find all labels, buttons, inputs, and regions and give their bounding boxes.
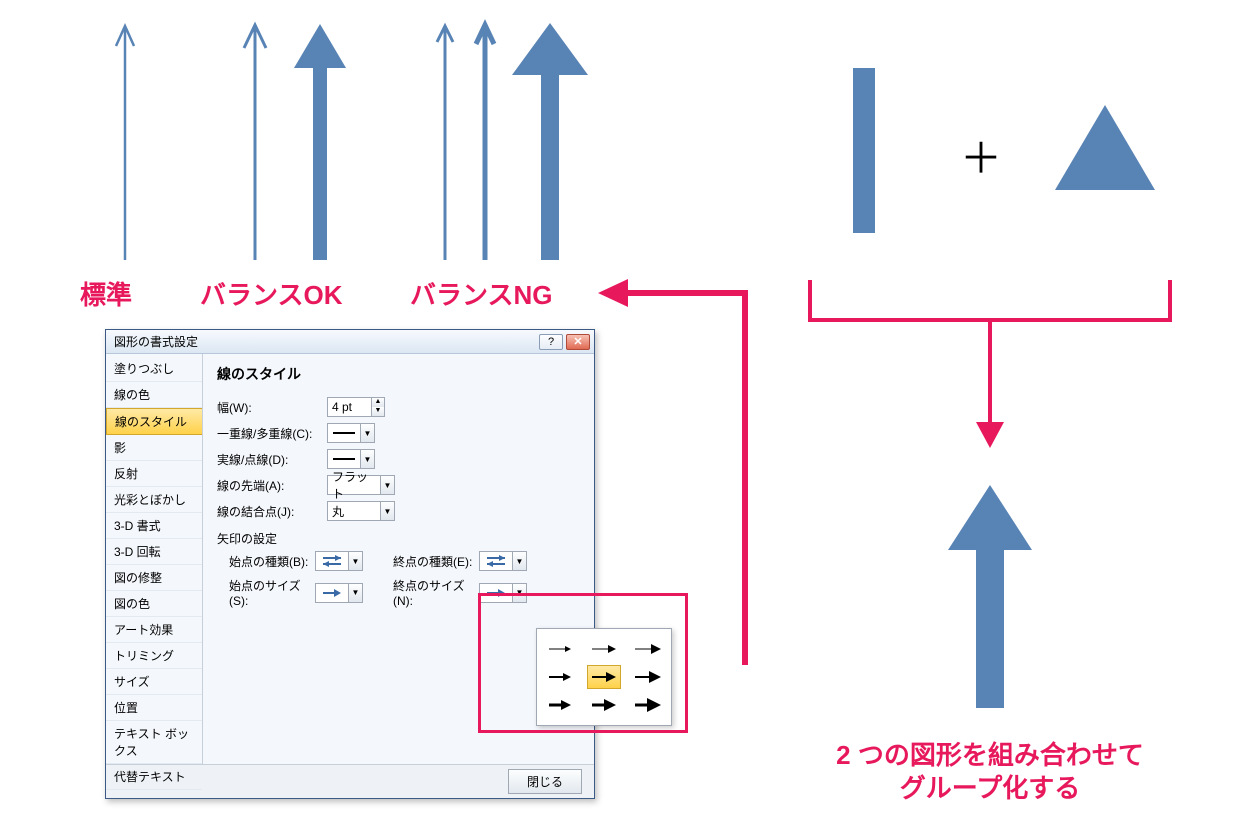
label-combine-2: グループ化する (790, 768, 1190, 805)
chevron-down-icon: ▼ (360, 424, 374, 442)
spinner-up-icon[interactable]: ▲ (372, 398, 384, 407)
arrow-ng-mid (470, 20, 500, 260)
sidebar-item-line-color[interactable]: 線の色 (106, 382, 202, 408)
begin-size-label: 始点のサイズ(S): (217, 577, 315, 608)
width-spinner[interactable]: 4 pt ▲▼ (327, 397, 385, 417)
sidebar-item-artistic[interactable]: アート効果 (106, 617, 202, 643)
size-cell-2-1[interactable] (587, 693, 621, 717)
size-cell-2-0[interactable] (543, 693, 577, 717)
sidebar-item-position[interactable]: 位置 (106, 695, 202, 721)
size-cell-1-0[interactable] (543, 665, 577, 689)
arrow-ng-thin (430, 20, 460, 260)
width-value: 4 pt (327, 397, 371, 417)
join-select[interactable]: 丸 ▼ (327, 501, 395, 521)
dash-label: 実線/点線(D): (217, 451, 327, 468)
join-label: 線の結合点(J): (217, 503, 327, 520)
arrow-standard (110, 20, 140, 260)
sidebar-item-fill[interactable]: 塗りつぶし (106, 356, 202, 382)
compound-label: 一重線/多重線(C): (217, 425, 327, 442)
chevron-down-icon: ▼ (512, 552, 526, 570)
sidebar-item-textbox[interactable]: テキスト ボックス (106, 721, 202, 764)
size-cell-0-2[interactable] (631, 637, 665, 661)
help-button[interactable]: ? (539, 334, 563, 350)
begin-size-icon (316, 584, 348, 602)
size-cell-0-1[interactable] (587, 637, 621, 661)
dash-icon (328, 450, 360, 468)
chevron-down-icon: ▼ (380, 502, 394, 520)
begin-type-icon (316, 552, 348, 570)
plus-icon: ＋ (960, 125, 1002, 186)
arrow-ok-thick (290, 20, 350, 260)
sidebar-item-3d-format[interactable]: 3-D 書式 (106, 513, 202, 539)
chevron-down-icon: ▼ (380, 476, 394, 494)
titlebar[interactable]: 図形の書式設定 ? ✕ (106, 330, 594, 354)
sidebar-item-shadow[interactable]: 影 (106, 435, 202, 461)
begin-size-combo[interactable]: ▼ (315, 583, 363, 603)
end-type-combo[interactable]: ▼ (479, 551, 527, 571)
callout-arrow-icon (580, 275, 770, 675)
end-size-icon (480, 584, 512, 602)
sidebar-item-picture-corrections[interactable]: 図の修整 (106, 565, 202, 591)
arrow-ok-thin (240, 20, 270, 260)
dialog-sidebar: 塗りつぶし 線の色 線のスタイル 影 反射 光彩とぼかし 3-D 書式 3-D … (106, 354, 203, 764)
size-cell-2-2[interactable] (631, 693, 665, 717)
chevron-down-icon: ▼ (348, 552, 362, 570)
compound-icon (328, 424, 360, 442)
shape-triangle (1050, 100, 1160, 200)
end-type-icon (480, 552, 512, 570)
arrow-section-label: 矢印の設定 (217, 530, 580, 547)
sidebar-item-picture-color[interactable]: 図の色 (106, 591, 202, 617)
label-combine-1: 2 つの図形を組み合わせて (790, 735, 1190, 772)
cap-select[interactable]: フラット ▼ (327, 475, 395, 495)
begin-type-label: 始点の種類(B): (217, 553, 315, 570)
begin-type-combo[interactable]: ▼ (315, 551, 363, 571)
cap-value: フラット (328, 476, 380, 494)
end-size-combo[interactable]: ▼ (479, 583, 527, 603)
sidebar-item-size[interactable]: サイズ (106, 669, 202, 695)
diagram-canvas: 標準 バランスOK バランスNG ＋ 2 つの図形を組み合わせて グループ化する… (0, 0, 1260, 840)
end-size-popup[interactable] (536, 628, 672, 726)
size-cell-0-0[interactable] (543, 637, 577, 661)
bracket-icon (800, 280, 1180, 480)
cap-label: 線の先端(A): (217, 477, 327, 494)
sidebar-item-3d-rotation[interactable]: 3-D 回転 (106, 539, 202, 565)
join-value: 丸 (328, 502, 380, 520)
sidebar-item-alt-text[interactable]: 代替テキスト (106, 764, 202, 790)
label-standard: 標準 (80, 275, 132, 312)
chevron-down-icon: ▼ (512, 584, 526, 602)
arrow-combined (940, 480, 1040, 710)
sidebar-item-line-style[interactable]: 線のスタイル (106, 408, 202, 435)
format-shape-dialog: 図形の書式設定 ? ✕ 塗りつぶし 線の色 線のスタイル 影 反射 光彩とぼかし… (105, 329, 595, 799)
sidebar-item-crop[interactable]: トリミング (106, 643, 202, 669)
label-balance-ok: バランスOK (200, 275, 342, 312)
label-balance-ng: バランスNG (410, 275, 552, 312)
shape-rectangle (853, 68, 875, 233)
chevron-down-icon: ▼ (360, 450, 374, 468)
chevron-down-icon: ▼ (348, 584, 362, 602)
compound-combo[interactable]: ▼ (327, 423, 375, 443)
sidebar-item-glow[interactable]: 光彩とぼかし (106, 487, 202, 513)
size-cell-1-2[interactable] (631, 665, 665, 689)
size-cell-1-1[interactable] (587, 665, 621, 689)
dash-combo[interactable]: ▼ (327, 449, 375, 469)
sidebar-item-reflection[interactable]: 反射 (106, 461, 202, 487)
panel-title: 線のスタイル (217, 364, 580, 384)
end-size-label: 終点のサイズ(N): (381, 577, 479, 608)
spinner-down-icon[interactable]: ▼ (372, 407, 384, 416)
width-label: 幅(W): (217, 399, 327, 416)
dialog-body: 塗りつぶし 線の色 線のスタイル 影 反射 光彩とぼかし 3-D 書式 3-D … (106, 354, 594, 764)
dialog-title: 図形の書式設定 (110, 333, 536, 350)
dialog-close-button[interactable]: 閉じる (508, 769, 582, 794)
close-button[interactable]: ✕ (566, 334, 590, 350)
arrow-ng-thick (510, 20, 590, 260)
end-type-label: 終点の種類(E): (381, 553, 479, 570)
